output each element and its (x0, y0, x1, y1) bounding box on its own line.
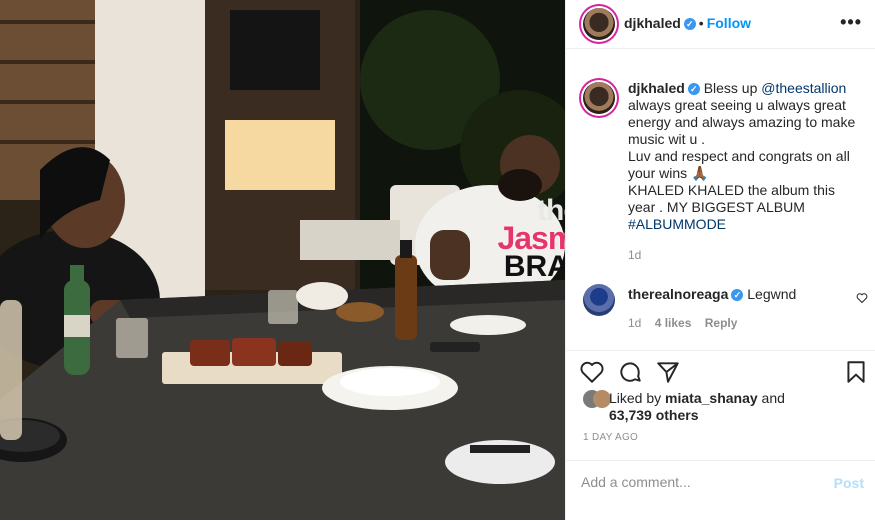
comment-input[interactable] (579, 473, 813, 491)
verified-badge-icon: ✓ (683, 17, 696, 30)
watermark-brand: BRAND (503, 250, 565, 283)
caption-time[interactable]: 1d (628, 248, 641, 262)
post-comment-button[interactable]: Post (834, 475, 864, 491)
dinner-scene-image (0, 0, 565, 520)
likes-prefix: Liked by (609, 390, 666, 406)
caption-text-before: Bless up (703, 80, 762, 96)
likes-count[interactable]: 63,739 others (609, 407, 699, 423)
post-photo[interactable]: the Jasmine BRAND (0, 0, 565, 520)
instagram-post: the Jasmine BRAND djkhaled✓•Follow ••• d… (0, 0, 875, 520)
comment-body: therealnoreaga ✓ Legwnd (628, 286, 848, 303)
post-sidebar: djkhaled ✓ • Follow ••• djkhaled ✓ Bless up … (565, 0, 875, 520)
action-bar (566, 350, 875, 391)
share-icon[interactable] (655, 359, 681, 385)
comment-text: Legwnd (747, 286, 797, 302)
author-avatar[interactable] (583, 8, 615, 40)
add-comment-bar: Post (566, 460, 875, 521)
caption-hashtag[interactable]: #ALBUMMODE (628, 216, 726, 232)
commenter-username[interactable]: therealnoreaga (628, 286, 728, 302)
caption-line-2: Luv and respect and congrats on all your… (628, 148, 850, 181)
caption-text-after: always great seeing u always great energ… (628, 97, 856, 147)
likes-text: Liked by miata_shanay and 63,739 others (609, 390, 859, 424)
author-username[interactable]: djkhaled (624, 15, 681, 31)
caption-username[interactable]: djkhaled (628, 80, 685, 96)
follow-button[interactable]: Follow (707, 15, 751, 31)
caption-line-3: KHALED KHALED the album this year . MY B… (628, 182, 835, 215)
comment-meta: 1d 4 likes Reply (628, 316, 747, 330)
commenter-avatar[interactable] (583, 284, 615, 316)
post-header: djkhaled ✓ • Follow ••• (566, 0, 875, 49)
comment-like-icon[interactable] (856, 292, 868, 304)
caption-avatar[interactable] (583, 82, 615, 114)
post-timestamp[interactable]: 1 DAY AGO (583, 432, 638, 443)
header-user-row: djkhaled ✓ • Follow (624, 15, 751, 33)
comment-reply-button[interactable]: Reply (705, 316, 738, 330)
watermark-logo: the Jasmine BRAND (488, 196, 565, 282)
comment-likes[interactable]: 4 likes (655, 316, 692, 330)
save-bookmark-icon[interactable] (843, 359, 869, 385)
comment-icon[interactable] (617, 359, 643, 385)
comment-time[interactable]: 1d (628, 316, 641, 330)
more-options-icon[interactable]: ••• (840, 12, 862, 33)
caption-mention[interactable]: @theestallion (761, 80, 846, 96)
verified-badge-icon: ✓ (687, 83, 700, 96)
verified-badge-icon: ✓ (731, 289, 744, 302)
separator-dot: • (698, 15, 704, 31)
liker-username[interactable]: miata_shanay (665, 390, 758, 406)
likes-middle: and (757, 390, 785, 406)
like-icon[interactable] (579, 359, 605, 385)
caption-text: djkhaled ✓ Bless up @theestallion always … (628, 80, 858, 233)
